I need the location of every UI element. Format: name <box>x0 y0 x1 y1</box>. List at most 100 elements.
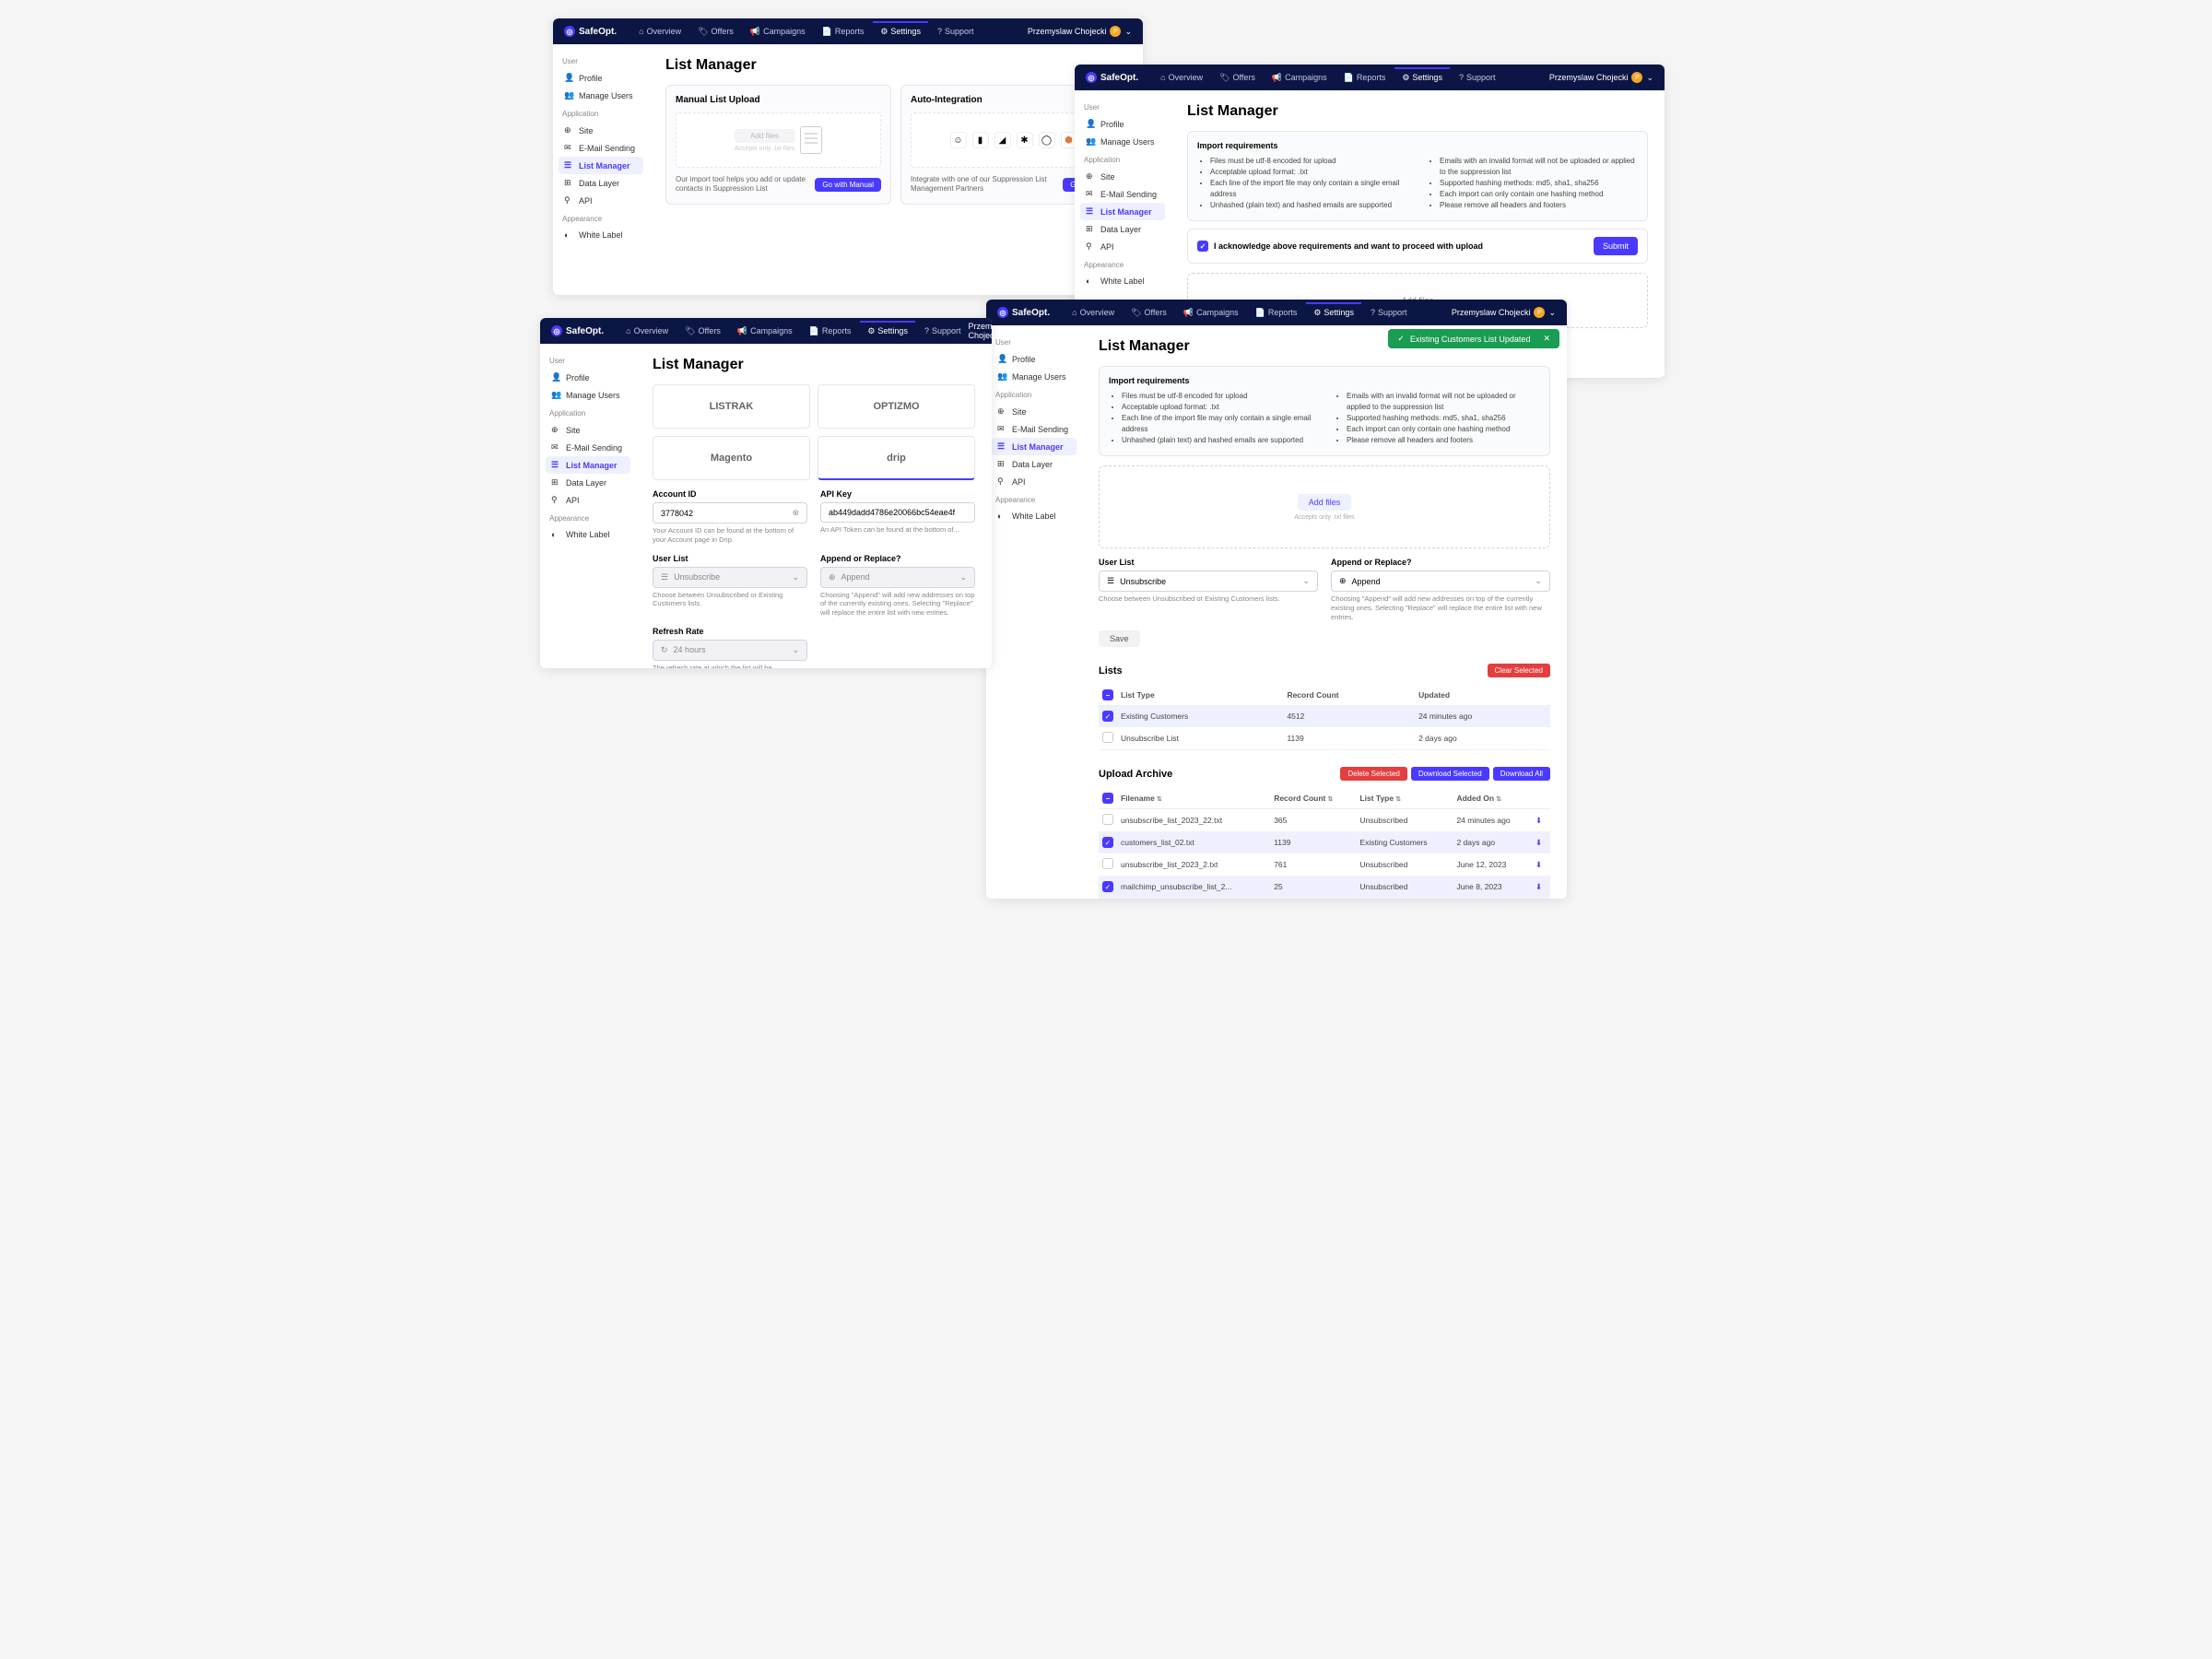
table-row[interactable]: ✓customers_list_02.txt1139Existing Custo… <box>1099 832 1550 853</box>
nav-settings[interactable]: ⚙Settings <box>1394 67 1450 87</box>
go-manual-button[interactable]: Go with Manual <box>815 178 881 192</box>
sidebar-item-e-mail-sending[interactable]: ✉E-Mail Sending <box>559 139 643 157</box>
nav-campaigns[interactable]: 📢Campaigns <box>730 323 800 340</box>
sidebar-item-api[interactable]: ⚲API <box>559 192 643 209</box>
table-row[interactable]: unsubscribe_list_2023_2.txt761Unsubscrib… <box>1099 853 1550 877</box>
sidebar-item-white-label[interactable]: ◐White Label <box>1080 273 1165 289</box>
nav-settings[interactable]: ⚙Settings <box>873 21 928 41</box>
sidebar-item-white-label[interactable]: ◐White Label <box>559 227 643 243</box>
sidebar-item-site[interactable]: ⊕Site <box>1080 168 1165 185</box>
userlist-select[interactable]: ☰Unsubscribe⌄ <box>653 567 807 588</box>
submit-button[interactable]: Submit <box>1594 237 1638 255</box>
integration-tile-optizmo[interactable]: OPTIZMO <box>818 384 975 429</box>
checkbox-icon[interactable]: ✓ <box>1197 241 1208 252</box>
refresh-select[interactable]: ↻24 hours⌄ <box>653 640 807 661</box>
download-icon[interactable]: ⬇ <box>1535 838 1542 847</box>
sidebar-item-e-mail-sending[interactable]: ✉E-Mail Sending <box>546 439 630 456</box>
nav-overview[interactable]: ⌂Overview <box>631 23 688 41</box>
nav-campaigns[interactable]: 📢Campaigns <box>1176 304 1246 322</box>
table-row[interactable]: Unsubscribe List11392 days ago <box>1099 727 1550 750</box>
append-select[interactable]: ⊕Append⌄ <box>820 567 975 588</box>
delete-selected-button[interactable]: Delete Selected <box>1340 767 1406 781</box>
select-all-checkbox[interactable]: – <box>1102 793 1113 804</box>
userlist-select[interactable]: ☰Unsubscribe⌄ <box>1099 571 1318 592</box>
sidebar-item-site[interactable]: ⊕Site <box>992 403 1077 420</box>
clear-icon[interactable]: ⊗ <box>792 508 799 518</box>
table-row[interactable]: unsubscribe_list_2023_22.txt365Unsubscri… <box>1099 809 1550 832</box>
nav-overview[interactable]: ⌂Overview <box>1153 69 1210 87</box>
sidebar-item-list-manager[interactable]: ☰List Manager <box>992 438 1077 455</box>
append-select[interactable]: ⊕Append⌄ <box>1331 571 1550 592</box>
file-dropzone[interactable]: Add files Accepts only .txt files <box>1099 465 1550 548</box>
sort-icon[interactable]: ⇅ <box>1496 796 1501 803</box>
logo[interactable]: ◎SafeOpt. <box>1086 72 1138 83</box>
sidebar-item-white-label[interactable]: ◐White Label <box>992 508 1077 524</box>
nav-reports[interactable]: 📄Reports <box>802 323 859 340</box>
nav-overview[interactable]: ⌂Overview <box>618 323 676 340</box>
sidebar-item-e-mail-sending[interactable]: ✉E-Mail Sending <box>992 420 1077 438</box>
nav-offers[interactable]: 🏷Offers <box>1124 304 1174 322</box>
row-checkbox[interactable]: ✓ <box>1102 711 1113 722</box>
sidebar-item-e-mail-sending[interactable]: ✉E-Mail Sending <box>1080 185 1165 203</box>
save-button[interactable]: Save <box>1099 630 1140 647</box>
sort-icon[interactable]: ⇅ <box>1327 796 1333 803</box>
nav-support[interactable]: ?Support <box>1363 304 1415 322</box>
nav-reports[interactable]: 📄Reports <box>1248 304 1305 322</box>
sidebar-item-manage-users[interactable]: 👥Manage Users <box>559 87 643 104</box>
nav-offers[interactable]: 🏷Offers <box>677 323 728 340</box>
sidebar-item-data-layer[interactable]: ⊞Data Layer <box>546 474 630 491</box>
sidebar-item-data-layer[interactable]: ⊞Data Layer <box>559 174 643 192</box>
sidebar-item-profile[interactable]: 👤Profile <box>559 69 643 87</box>
sidebar-item-site[interactable]: ⊕Site <box>559 122 643 139</box>
sidebar-item-profile[interactable]: 👤Profile <box>992 350 1077 368</box>
table-row[interactable]: ✓Existing Customers451224 minutes ago <box>1099 706 1550 727</box>
table-row[interactable]: ✓mailchimp_unsubscribe_list_2...25Unsubs… <box>1099 877 1550 898</box>
sidebar-item-api[interactable]: ⚲API <box>1080 238 1165 255</box>
download-all-button[interactable]: Download All <box>1493 767 1550 781</box>
select-all-checkbox[interactable]: – <box>1102 689 1113 700</box>
nav-reports[interactable]: 📄Reports <box>1336 69 1394 87</box>
user-menu[interactable]: Przemyslaw ChojeckiP⌄ <box>1549 72 1653 83</box>
close-icon[interactable]: ✕ <box>1543 334 1550 344</box>
nav-campaigns[interactable]: 📢Campaigns <box>1265 69 1335 87</box>
row-checkbox[interactable] <box>1102 732 1113 743</box>
api-key-input[interactable]: ab449dadd4786e20066bc54eae4f <box>820 502 975 523</box>
sidebar-item-white-label[interactable]: ◐White Label <box>546 526 630 543</box>
nav-overview[interactable]: ⌂Overview <box>1065 304 1122 322</box>
sidebar-item-list-manager[interactable]: ☰List Manager <box>559 157 643 174</box>
row-checkbox[interactable] <box>1102 858 1113 869</box>
sidebar-item-data-layer[interactable]: ⊞Data Layer <box>992 455 1077 473</box>
sidebar-item-list-manager[interactable]: ☰List Manager <box>1080 203 1165 220</box>
logo[interactable]: ◎SafeOpt. <box>997 307 1050 318</box>
user-menu[interactable]: Przemyslaw ChojeckiP⌄ <box>1028 26 1132 37</box>
integration-tile-magento[interactable]: Magento <box>653 436 810 480</box>
nav-support[interactable]: ?Support <box>917 323 969 340</box>
table-row[interactable]: ✓shop_customers_list.txt87Existing Custo… <box>1099 898 1550 899</box>
integration-tile-drip[interactable]: drip <box>818 436 975 480</box>
sidebar-item-data-layer[interactable]: ⊞Data Layer <box>1080 220 1165 238</box>
download-icon[interactable]: ⬇ <box>1535 882 1542 891</box>
sidebar-item-api[interactable]: ⚲API <box>992 473 1077 490</box>
sidebar-item-manage-users[interactable]: 👥Manage Users <box>546 386 630 404</box>
nav-support[interactable]: ?Support <box>1452 69 1503 87</box>
sidebar-item-site[interactable]: ⊕Site <box>546 421 630 439</box>
user-menu[interactable]: Przemyslaw ChojeckiP⌄ <box>969 322 993 340</box>
logo[interactable]: ◎SafeOpt. <box>564 26 617 37</box>
download-icon[interactable]: ⬇ <box>1535 816 1542 825</box>
nav-support[interactable]: ?Support <box>930 23 982 41</box>
nav-settings[interactable]: ⚙Settings <box>860 321 915 340</box>
nav-reports[interactable]: 📄Reports <box>815 23 872 41</box>
ack-checkbox-label[interactable]: ✓I acknowledge above requirements and wa… <box>1197 241 1483 252</box>
nav-campaigns[interactable]: 📢Campaigns <box>743 23 813 41</box>
download-icon[interactable]: ⬇ <box>1535 860 1542 869</box>
sidebar-item-list-manager[interactable]: ☰List Manager <box>546 456 630 474</box>
sort-icon[interactable]: ⇅ <box>1395 796 1401 803</box>
nav-offers[interactable]: 🏷Offers <box>690 23 741 41</box>
clear-selected-button[interactable]: Clear Selected <box>1488 664 1550 677</box>
sidebar-item-api[interactable]: ⚲API <box>546 491 630 509</box>
sidebar-item-manage-users[interactable]: 👥Manage Users <box>992 368 1077 385</box>
download-selected-button[interactable]: Download Selected <box>1411 767 1489 781</box>
nav-settings[interactable]: ⚙Settings <box>1306 302 1361 322</box>
sidebar-item-manage-users[interactable]: 👥Manage Users <box>1080 133 1165 150</box>
sort-icon[interactable]: ⇅ <box>1157 796 1162 803</box>
